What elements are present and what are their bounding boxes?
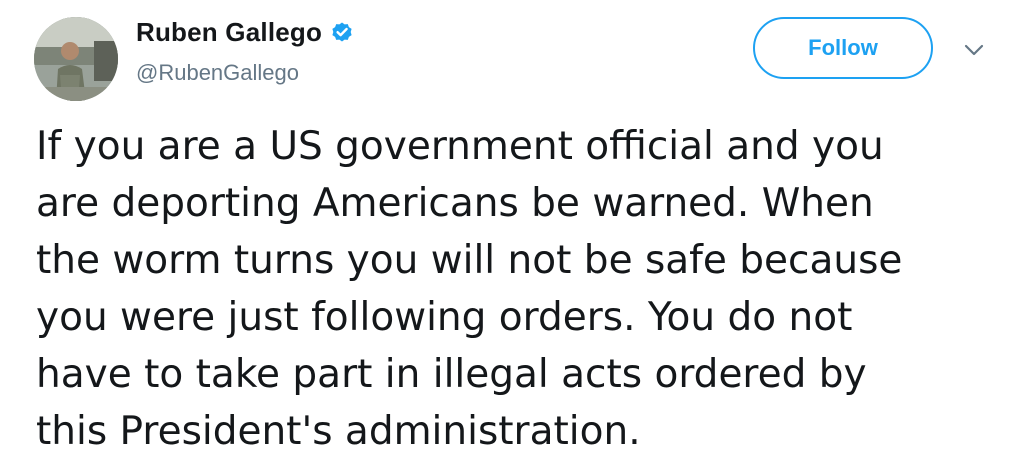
follow-button[interactable]: Follow bbox=[753, 17, 933, 79]
chevron-down-icon bbox=[964, 44, 984, 56]
more-options-button[interactable] bbox=[960, 38, 988, 62]
tweet-text-line: you were just following orders. You do n… bbox=[36, 295, 853, 340]
user-handle[interactable]: @RubenGallego bbox=[136, 60, 354, 86]
display-name[interactable]: Ruben Gallego bbox=[136, 17, 322, 48]
tweet-card: Ruben Gallego @RubenGallego Follow If yo… bbox=[0, 0, 1024, 462]
tweet-text-line: this President's administration. bbox=[36, 409, 641, 454]
tweet-text-line: are deporting Americans be warned. When bbox=[36, 181, 874, 226]
verified-badge-icon bbox=[330, 20, 354, 44]
tweet-text-line: If you are a US government official and … bbox=[36, 124, 884, 169]
author-block: Ruben Gallego @RubenGallego bbox=[136, 14, 354, 86]
avatar-photo-icon bbox=[34, 17, 118, 101]
name-row: Ruben Gallego bbox=[136, 14, 354, 50]
tweet-text: If you are a US government official and … bbox=[36, 118, 996, 460]
tweet-text-line: have to take part in illegal acts ordere… bbox=[36, 352, 867, 397]
avatar[interactable] bbox=[34, 17, 118, 101]
tweet-text-line: the worm turns you will not be safe beca… bbox=[36, 238, 903, 283]
